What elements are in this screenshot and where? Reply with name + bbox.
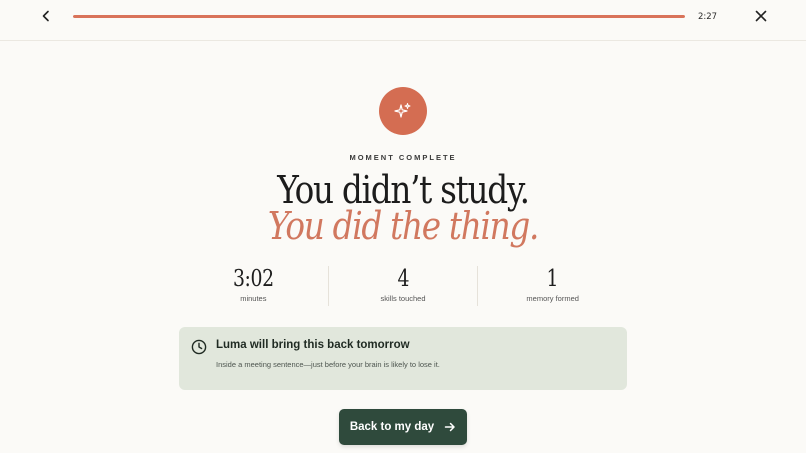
reminder-title: Luma will bring this back tomorrow	[216, 339, 410, 351]
stat-value: 4	[397, 266, 409, 292]
eyebrow-label: MOMENT COMPLETE	[349, 153, 457, 162]
headline-accent: You did the thing.	[267, 204, 539, 248]
completion-badge	[379, 87, 427, 135]
stat-label: minutes	[240, 294, 267, 303]
clock-icon	[191, 339, 207, 355]
back-to-my-day-button[interactable]: Back to my day	[339, 409, 467, 445]
stat-skills: 4 skills touched	[327, 266, 478, 306]
stat-label: memory formed	[526, 294, 579, 303]
reminder-subtitle: Inside a meeting sentence—just before yo…	[216, 360, 440, 369]
chevron-left-icon	[42, 10, 49, 22]
stat-memory: 1 memory formed	[477, 266, 627, 306]
back-button[interactable]	[36, 6, 56, 26]
cta-label: Back to my day	[349, 421, 435, 433]
stat-minutes: 3:02 minutes	[179, 266, 328, 306]
top-bar: 2:27	[0, 0, 806, 41]
arrow-right-icon	[444, 422, 455, 432]
progress-fill	[73, 15, 685, 18]
stat-value: 3:02	[232, 266, 274, 292]
close-icon	[755, 10, 767, 22]
close-button[interactable]	[751, 6, 771, 26]
sparkles-icon	[394, 103, 411, 118]
timer: 2:27	[698, 12, 718, 22]
stat-value: 1	[546, 266, 559, 292]
reminder-card: Luma will bring this back tomorrow Insid…	[179, 327, 627, 390]
progress-bar	[73, 15, 685, 18]
moment-complete-screen: 2:27 MOMENT COMPLETE You didn’t study. Y…	[0, 0, 806, 453]
stats-row: 3:02 minutes 4 skills touched 1 memory f…	[179, 266, 627, 306]
stat-label: skills touched	[380, 294, 426, 303]
